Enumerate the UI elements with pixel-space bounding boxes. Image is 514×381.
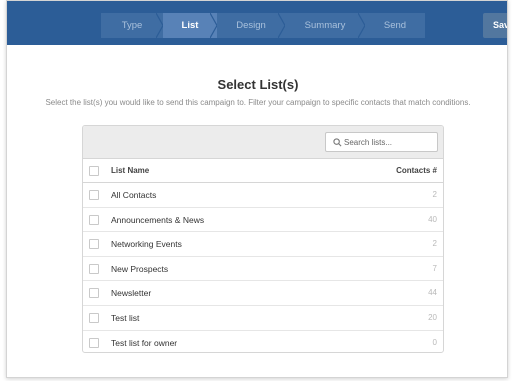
contacts-count: 20 (428, 312, 437, 322)
search-icon (333, 138, 342, 147)
table-row[interactable]: Networking Events 2 (83, 232, 443, 257)
table-row[interactable]: New Prospects 7 (83, 257, 443, 282)
page-subtitle: Select the list(s) you would like to sen… (45, 98, 471, 107)
step-type-label: Type (121, 20, 143, 31)
search-input[interactable] (344, 135, 434, 149)
list-name: Networking Events (111, 239, 182, 250)
lists-panel: List Name Contacts # All Contacts 2 Anno… (82, 125, 444, 353)
step-summary[interactable]: Summary (285, 13, 366, 38)
contacts-count: 7 (432, 263, 437, 273)
step-send-label: Send (383, 20, 407, 31)
list-name: Announcements & News (111, 214, 205, 225)
row-checkbox[interactable] (89, 312, 99, 323)
step-design-label: Design (236, 20, 266, 31)
row-checkbox[interactable] (89, 337, 99, 348)
contacts-count: 2 (432, 239, 437, 249)
row-checkbox[interactable] (89, 263, 99, 274)
step-summary-label: Summary (304, 20, 346, 31)
contacts-count: 2 (432, 190, 437, 199)
step-list-label: List (181, 20, 199, 31)
row-checkbox[interactable] (89, 239, 99, 250)
page-title: Select List(s) (217, 77, 299, 92)
lists-toolbar (83, 126, 443, 159)
row-checkbox[interactable] (89, 288, 99, 299)
step-send[interactable]: Send (365, 13, 425, 38)
list-name: Test list for owner (111, 337, 178, 348)
list-name: All Contacts (111, 190, 157, 200)
app-window: Type List Design Summary Send Save Selec… (6, 0, 508, 378)
search-box[interactable] (325, 132, 438, 152)
list-name: Test list (111, 312, 140, 323)
contacts-count: 40 (428, 214, 437, 224)
table-row[interactable]: Test list for owner 0 (83, 331, 443, 352)
table-header: List Name Contacts # (83, 159, 443, 183)
column-list-name: List Name (111, 166, 150, 175)
select-all-checkbox[interactable] (89, 166, 99, 176)
column-contacts-count: Contacts # (396, 166, 437, 175)
save-button[interactable]: Save (483, 13, 507, 38)
contacts-count: 44 (428, 288, 437, 298)
wizard-header: Type List Design Summary Send Save (7, 1, 507, 45)
table-row[interactable]: Announcements & News 40 (83, 208, 443, 233)
row-checkbox[interactable] (89, 214, 99, 225)
table-row[interactable]: Newsletter 44 (83, 281, 443, 306)
wizard-steps: Type List Design Summary Send (101, 13, 425, 38)
table-row[interactable]: All Contacts 2 (83, 183, 443, 208)
table-row[interactable]: Test list 20 (83, 306, 443, 331)
step-list[interactable]: List (163, 13, 218, 38)
step-type[interactable]: Type (101, 13, 164, 38)
list-name: New Prospects (111, 263, 169, 274)
step-design[interactable]: Design (217, 13, 286, 38)
row-checkbox[interactable] (89, 190, 99, 200)
contacts-count: 0 (432, 337, 437, 347)
list-name: Newsletter (111, 288, 152, 299)
